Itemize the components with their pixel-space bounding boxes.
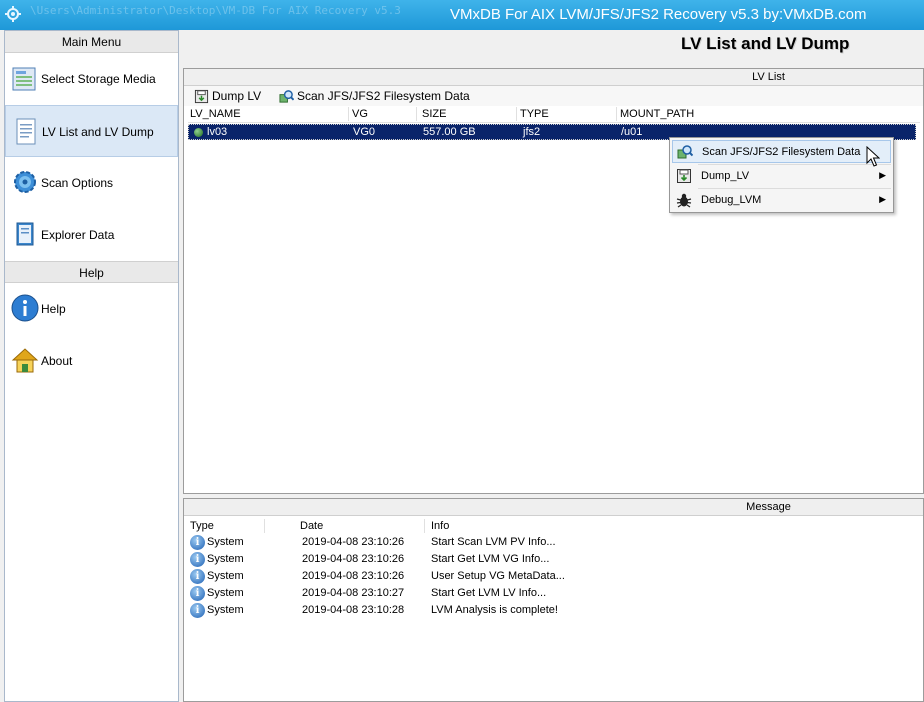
column-header-mount-path[interactable]: MOUNT_PATH [620,108,694,120]
message-info: Start Get LVM VG Info... [431,553,550,565]
sidebar-item-label: Select Storage Media [41,72,156,86]
context-menu-item-dump-lv[interactable]: Dump_LV ▶ [672,165,891,188]
sidebar-item-about[interactable]: About [5,335,178,387]
scan-icon [279,89,294,103]
context-menu: Scan JFS/JFS2 Filesystem Data Dump_LV ▶ … [669,137,894,213]
message-info: Start Scan LVM PV Info... [431,536,556,548]
message-info: LVM Analysis is complete! [431,604,558,616]
message-type: System [207,553,244,565]
book-icon [16,222,34,246]
sidebar-item-label: Help [41,302,66,316]
main-menu-header: Main Menu [5,31,178,53]
sidebar: Main Menu Select Storage Media LV List a… [4,30,179,702]
context-menu-label: Dump_LV [701,170,750,182]
app-gear-icon[interactable] [4,5,22,23]
info-icon: i [190,586,205,601]
vg-cell: VG0 [353,126,376,138]
column-divider[interactable] [348,107,349,121]
message-info: User Setup VG MetaData... [431,570,565,582]
sidebar-item-label: LV List and LV Dump [42,125,154,139]
lv-table-header: LV_NAME VG SIZE TYPE MOUNT_PATH [188,106,920,123]
mouse-cursor-icon [866,146,880,167]
column-divider[interactable] [416,107,417,121]
sidebar-item-label: About [41,354,73,368]
scan-filesystem-button[interactable]: Scan JFS/JFS2 Filesystem Data [279,88,470,104]
info-icon [11,294,39,322]
storage-media-icon [12,67,36,91]
lv-status-icon [194,128,203,137]
message-date: 2019-04-08 23:10:26 [302,553,405,565]
sidebar-item-select-storage-media[interactable]: Select Storage Media [5,53,178,105]
message-type: System [207,604,244,616]
sidebar-item-label: Scan Options [41,176,114,190]
column-divider[interactable] [516,107,517,121]
context-menu-item-debug-lvm[interactable]: Debug_LVM ▶ [672,189,891,212]
size-cell: 557.00 GB [423,126,476,138]
column-header-date[interactable]: Date [300,520,323,532]
column-header-type[interactable]: Type [190,520,214,532]
sidebar-item-lv-list-and-lv-dump[interactable]: LV List and LV Dump [5,105,178,157]
message-date: 2019-04-08 23:10:28 [302,604,405,616]
scan-filesystem-label: Scan JFS/JFS2 Filesystem Data [297,89,470,103]
column-header-type[interactable]: TYPE [520,108,549,120]
info-icon: i [190,603,205,618]
mount-path-cell: /u01 [621,126,643,138]
lv-list-panel-title: LV List [184,69,923,86]
column-header-vg[interactable]: VG [352,108,368,120]
context-menu-item-scan[interactable]: Scan JFS/JFS2 Filesystem Data [672,140,891,163]
info-icon: i [190,535,205,550]
window-title: VMxDB For AIX LVM/JFS/JFS2 Recovery v5.3… [450,6,867,23]
context-menu-label: Debug_LVM [701,194,762,206]
gear-icon [14,171,36,193]
message-info: Start Get LVM LV Info... [431,587,547,599]
dump-icon [677,169,691,183]
help-header: Help [5,261,178,283]
message-type: System [207,570,244,582]
dump-lv-label: Dump LV [212,89,262,103]
save-icon [194,89,209,103]
window-path-text: \Users\Administrator\Desktop\VM-DB For A… [30,4,401,17]
message-row[interactable]: i System 2019-04-08 23:10:26 Start Scan … [188,535,920,552]
submenu-arrow-icon: ▶ [879,170,886,180]
title-bar: \Users\Administrator\Desktop\VM-DB For A… [0,0,924,30]
message-table-header: Type Date Info [188,518,920,534]
home-icon [11,348,39,373]
info-icon: i [190,552,205,567]
column-divider[interactable] [424,519,425,533]
sidebar-item-scan-options[interactable]: Scan Options [5,157,178,209]
message-row[interactable]: i System 2019-04-08 23:10:27 Start Get L… [188,586,920,603]
sidebar-item-help[interactable]: Help [5,283,178,335]
message-date: 2019-04-08 23:10:27 [302,587,405,599]
column-header-lv-name[interactable]: LV_NAME [190,108,241,120]
bug-icon [676,193,692,208]
column-divider[interactable] [264,519,265,533]
column-header-info[interactable]: Info [431,520,449,532]
scan-icon [677,145,693,159]
message-date: 2019-04-08 23:10:26 [302,536,405,548]
message-row[interactable]: i System 2019-04-08 23:10:26 User Setup … [188,569,920,586]
message-date: 2019-04-08 23:10:26 [302,570,405,582]
message-type: System [207,587,244,599]
message-row[interactable]: i System 2019-04-08 23:10:26 Start Get L… [188,552,920,569]
sidebar-item-label: Explorer Data [41,228,115,242]
message-type: System [207,536,244,548]
lv-name-cell: lv03 [207,126,228,138]
submenu-arrow-icon: ▶ [879,194,886,204]
type-cell: jfs2 [523,126,541,138]
lv-list-panel: LV List Dump LV Scan JFS/JFS2 Filesystem… [183,68,924,494]
context-menu-label: Scan JFS/JFS2 Filesystem Data [702,146,861,158]
dump-lv-button[interactable]: Dump LV [194,88,261,104]
lv-toolbar: Dump LV Scan JFS/JFS2 Filesystem Data [184,86,923,106]
page-title: LV List and LV Dump [681,34,850,53]
message-panel: Message Type Date Info i System 2019-04-… [183,498,924,702]
message-row[interactable]: i System 2019-04-08 23:10:28 LVM Analysi… [188,603,920,620]
sidebar-item-explorer-data[interactable]: Explorer Data [5,209,178,261]
column-header-size[interactable]: SIZE [422,108,446,120]
document-list-icon [16,118,36,145]
info-icon: i [190,569,205,584]
column-divider[interactable] [616,107,617,121]
message-panel-title: Message [184,499,923,516]
